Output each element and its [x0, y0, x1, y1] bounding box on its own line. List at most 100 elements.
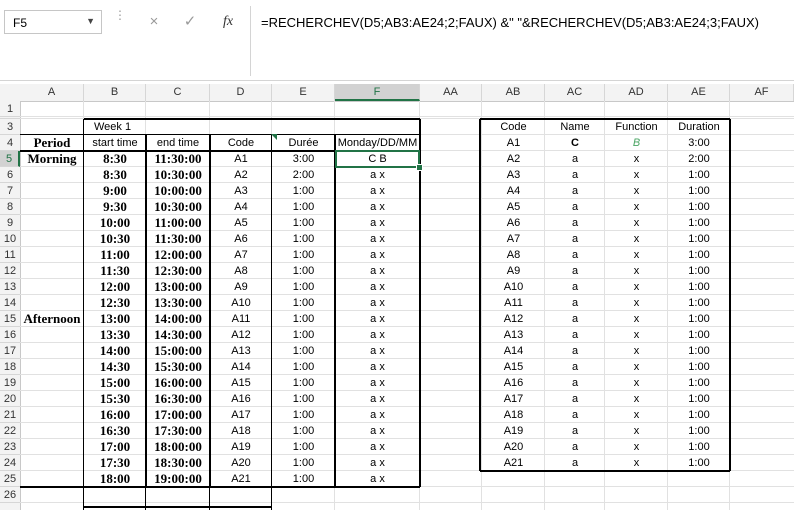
lookup-code-cell[interactable]: A5 — [482, 199, 545, 215]
end-time-cell[interactable]: 14:00:00 — [146, 311, 210, 327]
header-duration[interactable]: Durée — [272, 135, 335, 151]
row-header-23[interactable]: 23 — [0, 439, 20, 455]
lookup-code-cell[interactable]: A20 — [482, 439, 545, 455]
lookup-duration-cell[interactable]: 1:00 — [668, 263, 730, 279]
end-time-cell[interactable]: 11:30:00 — [146, 151, 210, 167]
code-cell[interactable]: A13 — [210, 343, 272, 359]
lookup-duration-cell[interactable]: 1:00 — [668, 295, 730, 311]
code-cell[interactable]: A2 — [210, 167, 272, 183]
column-header-f[interactable]: F — [335, 84, 420, 101]
lookup-header-code[interactable]: Code — [482, 119, 545, 135]
period-label[interactable]: Morning — [20, 151, 84, 167]
lookup-header-duration[interactable]: Duration — [668, 119, 730, 135]
lookup-duration-cell[interactable]: 1:00 — [668, 311, 730, 327]
lookup-duration-cell[interactable]: 1:00 — [668, 199, 730, 215]
end-time-cell[interactable]: 12:30:00 — [146, 263, 210, 279]
start-time-cell[interactable]: 11:30 — [84, 263, 146, 279]
lookup-function-cell[interactable]: x — [605, 279, 668, 295]
lookup-function-cell[interactable]: x — [605, 343, 668, 359]
lookup-function-cell[interactable]: x — [605, 231, 668, 247]
lookup-code-cell[interactable]: A10 — [482, 279, 545, 295]
lookup-function-cell[interactable]: x — [605, 167, 668, 183]
column-header-e[interactable]: E — [272, 84, 335, 101]
code-cell[interactable]: A19 — [210, 439, 272, 455]
start-time-cell[interactable]: 14:00 — [84, 343, 146, 359]
cancel-icon[interactable]: × — [140, 10, 168, 34]
lookup-name-cell[interactable]: a — [545, 183, 605, 199]
code-cell[interactable]: A17 — [210, 407, 272, 423]
lookup-function-cell[interactable]: x — [605, 455, 668, 471]
column-header-ac[interactable]: AC — [545, 84, 605, 101]
lookup-code-cell[interactable]: A1 — [482, 135, 545, 151]
row-header-5[interactable]: 5 — [0, 151, 20, 167]
duration-cell[interactable]: 1:00 — [272, 199, 335, 215]
row-header-22[interactable]: 22 — [0, 423, 20, 439]
code-cell[interactable]: A10 — [210, 295, 272, 311]
code-cell[interactable]: A6 — [210, 231, 272, 247]
end-time-cell[interactable]: 14:30:00 — [146, 327, 210, 343]
week-label[interactable]: Week 1 — [84, 119, 146, 135]
lookup-code-cell[interactable]: A9 — [482, 263, 545, 279]
lookup-code-cell[interactable]: A12 — [482, 311, 545, 327]
lookup-duration-cell[interactable]: 1:00 — [668, 455, 730, 471]
lookup-duration-cell[interactable]: 1:00 — [668, 439, 730, 455]
start-time-cell[interactable]: 15:00 — [84, 375, 146, 391]
lookup-duration-cell[interactable]: 1:00 — [668, 231, 730, 247]
row-header-12[interactable]: 12 — [0, 263, 20, 279]
column-header-b[interactable]: B — [84, 84, 146, 101]
lookup-name-cell[interactable]: a — [545, 279, 605, 295]
lookup-name-cell[interactable]: a — [545, 167, 605, 183]
lookup-function-cell[interactable]: x — [605, 183, 668, 199]
row-header-10[interactable]: 10 — [0, 231, 20, 247]
code-cell[interactable]: A11 — [210, 311, 272, 327]
code-cell[interactable]: A16 — [210, 391, 272, 407]
insert-function-icon[interactable]: fx — [214, 10, 242, 34]
column-header-a[interactable]: A — [20, 84, 84, 101]
row-header-19[interactable]: 19 — [0, 375, 20, 391]
lookup-function-cell[interactable]: x — [605, 359, 668, 375]
lookup-name-cell[interactable]: a — [545, 343, 605, 359]
row-header-20[interactable]: 20 — [0, 391, 20, 407]
lookup-code-cell[interactable]: A11 — [482, 295, 545, 311]
duration-cell[interactable]: 1:00 — [272, 279, 335, 295]
day-value-cell[interactable]: a x — [335, 311, 420, 327]
header-start-time[interactable]: start time — [84, 135, 146, 151]
duration-cell[interactable]: 1:00 — [272, 359, 335, 375]
row-header-24[interactable]: 24 — [0, 455, 20, 471]
lookup-code-cell[interactable]: A21 — [482, 455, 545, 471]
end-time-cell[interactable]: 15:00:00 — [146, 343, 210, 359]
end-time-cell[interactable]: 16:00:00 — [146, 375, 210, 391]
day-value-cell[interactable]: a x — [335, 327, 420, 343]
row-header-7[interactable]: 7 — [0, 183, 20, 199]
lookup-code-cell[interactable]: A8 — [482, 247, 545, 263]
period-label[interactable]: Afternoon — [20, 311, 84, 327]
day-value-cell[interactable]: a x — [335, 471, 420, 487]
lookup-duration-cell[interactable]: 2:00 — [668, 151, 730, 167]
row-header-3[interactable]: 3 — [0, 119, 20, 135]
duration-cell[interactable]: 1:00 — [272, 183, 335, 199]
lookup-name-cell[interactable]: a — [545, 151, 605, 167]
end-time-cell[interactable]: 11:00:00 — [146, 215, 210, 231]
lookup-header-name[interactable]: Name — [545, 119, 605, 135]
lookup-name-cell[interactable]: a — [545, 407, 605, 423]
duration-cell[interactable]: 1:00 — [272, 295, 335, 311]
duration-cell[interactable]: 1:00 — [272, 391, 335, 407]
lookup-duration-cell[interactable]: 1:00 — [668, 167, 730, 183]
start-time-cell[interactable]: 12:30 — [84, 295, 146, 311]
row-header-4[interactable]: 4 — [0, 135, 20, 151]
day-value-cell[interactable]: a x — [335, 247, 420, 263]
day-value-cell[interactable]: a x — [335, 231, 420, 247]
row-header-9[interactable]: 9 — [0, 215, 20, 231]
lookup-name-cell[interactable]: a — [545, 215, 605, 231]
start-time-cell[interactable]: 10:30 — [84, 231, 146, 247]
duration-cell[interactable]: 1:00 — [272, 375, 335, 391]
lookup-function-cell[interactable]: x — [605, 215, 668, 231]
lookup-code-cell[interactable]: A14 — [482, 343, 545, 359]
duration-cell[interactable]: 1:00 — [272, 455, 335, 471]
lookup-name-cell[interactable]: a — [545, 311, 605, 327]
formula-input[interactable]: =RECHERCHEV(D5;AB3:AE24;2;FAUX) &" "&REC… — [250, 6, 791, 76]
lookup-function-cell[interactable]: x — [605, 391, 668, 407]
lookup-code-cell[interactable]: A13 — [482, 327, 545, 343]
header-end-time[interactable]: end time — [146, 135, 210, 151]
lookup-function-cell[interactable]: x — [605, 199, 668, 215]
